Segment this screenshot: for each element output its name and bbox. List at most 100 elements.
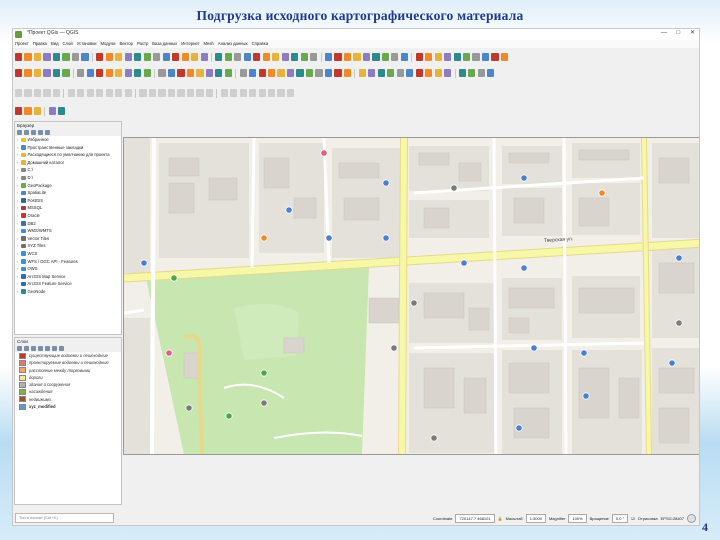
toolbar-button-icon[interactable] [24, 89, 32, 97]
menu-item[interactable]: База данных [152, 41, 177, 46]
toolbar-button-icon[interactable] [277, 89, 285, 97]
toolbar-button-icon[interactable] [15, 69, 23, 77]
toolbar-button-icon[interactable] [33, 69, 42, 77]
toolbar-button-icon[interactable] [58, 107, 66, 115]
toolbar-button-icon[interactable] [258, 89, 266, 97]
browser-item[interactable]: › WCS [15, 250, 121, 258]
browser-item[interactable]: › ArcGIS Map Service [15, 273, 121, 281]
toolbar-button-icon[interactable] [143, 53, 151, 61]
browser-item[interactable]: › WFS / OGC API - Features [15, 258, 121, 266]
render-checkbox[interactable]: ☑ [631, 516, 635, 521]
toolbar-button-icon[interactable] [434, 53, 442, 61]
browser-item[interactable]: › Oracle [15, 212, 121, 220]
menu-item[interactable]: Интернет [181, 41, 199, 46]
toolbar-button-icon[interactable] [368, 69, 376, 77]
toolbar-button-icon[interactable] [86, 89, 94, 97]
layer-item[interactable]: здания и сооружения [15, 381, 121, 388]
toolbar-button-icon[interactable] [96, 69, 104, 77]
browser-item[interactable]: › Избранное [15, 136, 121, 144]
toolbar-button-icon[interactable] [249, 89, 257, 97]
toolbar-button-icon[interactable] [105, 89, 113, 97]
toolbar-button-icon[interactable] [387, 69, 395, 77]
menu-item[interactable]: Правка [33, 41, 47, 46]
menu-item[interactable]: Mesh [204, 41, 214, 46]
browser-item[interactable]: › ArcGIS Feature Service [15, 280, 121, 288]
remove-layer-icon[interactable] [59, 346, 64, 351]
toolbar-button-icon[interactable] [139, 89, 147, 97]
toolbar-button-icon[interactable] [500, 53, 509, 61]
toolbar-button-icon[interactable] [48, 107, 56, 115]
toolbar-button-icon[interactable] [315, 69, 323, 77]
menu-item[interactable]: Анализ данных [218, 41, 248, 46]
browser-item[interactable]: › PostGIS [15, 197, 121, 205]
toolbar-button-icon[interactable] [15, 89, 23, 97]
toolbar-button-icon[interactable] [24, 53, 32, 61]
expand-icon[interactable] [45, 346, 50, 351]
toolbar-button-icon[interactable] [468, 69, 476, 77]
toolbar-button-icon[interactable] [62, 69, 70, 77]
browser-item[interactable]: › Пространственные закладки [15, 144, 121, 152]
toolbar-button-icon[interactable] [487, 69, 495, 77]
toolbar-button-icon[interactable] [86, 69, 94, 77]
toolbar-button-icon[interactable] [62, 53, 70, 61]
toolbar-button-icon[interactable] [191, 53, 199, 61]
toolbar-button-icon[interactable] [115, 53, 123, 61]
map-pin-icon[interactable] [520, 174, 528, 182]
toolbar-button-icon[interactable] [77, 69, 85, 77]
toolbar-button-icon[interactable] [291, 53, 299, 61]
map-pin-icon[interactable] [185, 404, 193, 412]
toolbar-button-icon[interactable] [358, 69, 366, 77]
toolbar-button-icon[interactable] [453, 53, 461, 61]
map-pin-icon[interactable] [285, 206, 293, 214]
collapse-icon[interactable] [31, 130, 36, 135]
toolbar-button-icon[interactable] [268, 89, 276, 97]
toolbar-button-icon[interactable] [234, 53, 242, 61]
menu-item[interactable]: Вектор [119, 41, 133, 46]
browser-item[interactable]: › Vector Tiles [15, 235, 121, 243]
eye-icon[interactable] [31, 346, 36, 351]
toolbar-button-icon[interactable] [462, 53, 471, 61]
toolbar-button-icon[interactable] [96, 89, 104, 97]
map-pin-icon[interactable] [382, 234, 390, 242]
toolbar-button-icon[interactable] [15, 107, 23, 115]
toolbar-button-icon[interactable] [205, 89, 213, 97]
toolbar-button-icon[interactable] [377, 69, 385, 77]
add-group-icon[interactable] [24, 346, 29, 351]
toolbar-button-icon[interactable] [334, 69, 342, 77]
toolbar-button-icon[interactable] [406, 69, 414, 77]
map-pin-icon[interactable] [225, 412, 233, 420]
toolbar-button-icon[interactable] [52, 89, 61, 97]
toolbar-button-icon[interactable] [215, 53, 223, 61]
map-pin-icon[interactable] [260, 369, 268, 377]
browser-item[interactable]: › XYZ Tiles [15, 242, 121, 250]
toolbar-button-icon[interactable] [343, 69, 352, 77]
minimize-button[interactable]: — [661, 30, 667, 36]
toolbar-button-icon[interactable] [24, 107, 32, 115]
toolbar-button-icon[interactable] [158, 69, 166, 77]
coordinate-field[interactable]: 720147.7 468101 [455, 514, 495, 523]
rotation-field[interactable]: 0,0 ° [611, 514, 629, 523]
map-pin-icon[interactable] [260, 399, 268, 407]
menu-item[interactable]: Модули [100, 41, 115, 46]
toolbar-button-icon[interactable] [81, 53, 89, 61]
collapse-icon[interactable] [52, 346, 57, 351]
menu-item[interactable]: Проект [15, 41, 29, 46]
properties-icon[interactable] [38, 130, 43, 135]
close-button[interactable]: ✕ [690, 30, 695, 36]
toolbar-button-icon[interactable] [268, 69, 276, 77]
toolbar-button-icon[interactable] [458, 69, 466, 77]
map-pin-icon[interactable] [580, 349, 588, 357]
layer-item[interactable]: насаждения [15, 388, 121, 396]
toolbar-button-icon[interactable] [67, 89, 75, 97]
menu-item[interactable]: Вид [51, 41, 59, 46]
toolbar-button-icon[interactable] [172, 53, 180, 61]
menu-item[interactable]: Справка [252, 41, 268, 46]
layer-item[interactable]: расстояние между торговыми [15, 367, 121, 374]
toolbar-button-icon[interactable] [177, 69, 185, 77]
toolbar-button-icon[interactable] [396, 69, 404, 77]
toolbar-button-icon[interactable] [253, 53, 261, 61]
locator-search-input[interactable]: Тип в поиске (Ctrl+K) [15, 513, 114, 523]
toolbar-button-icon[interactable] [425, 69, 433, 77]
map-pin-icon[interactable] [430, 434, 438, 442]
filter-icon[interactable] [38, 346, 43, 351]
